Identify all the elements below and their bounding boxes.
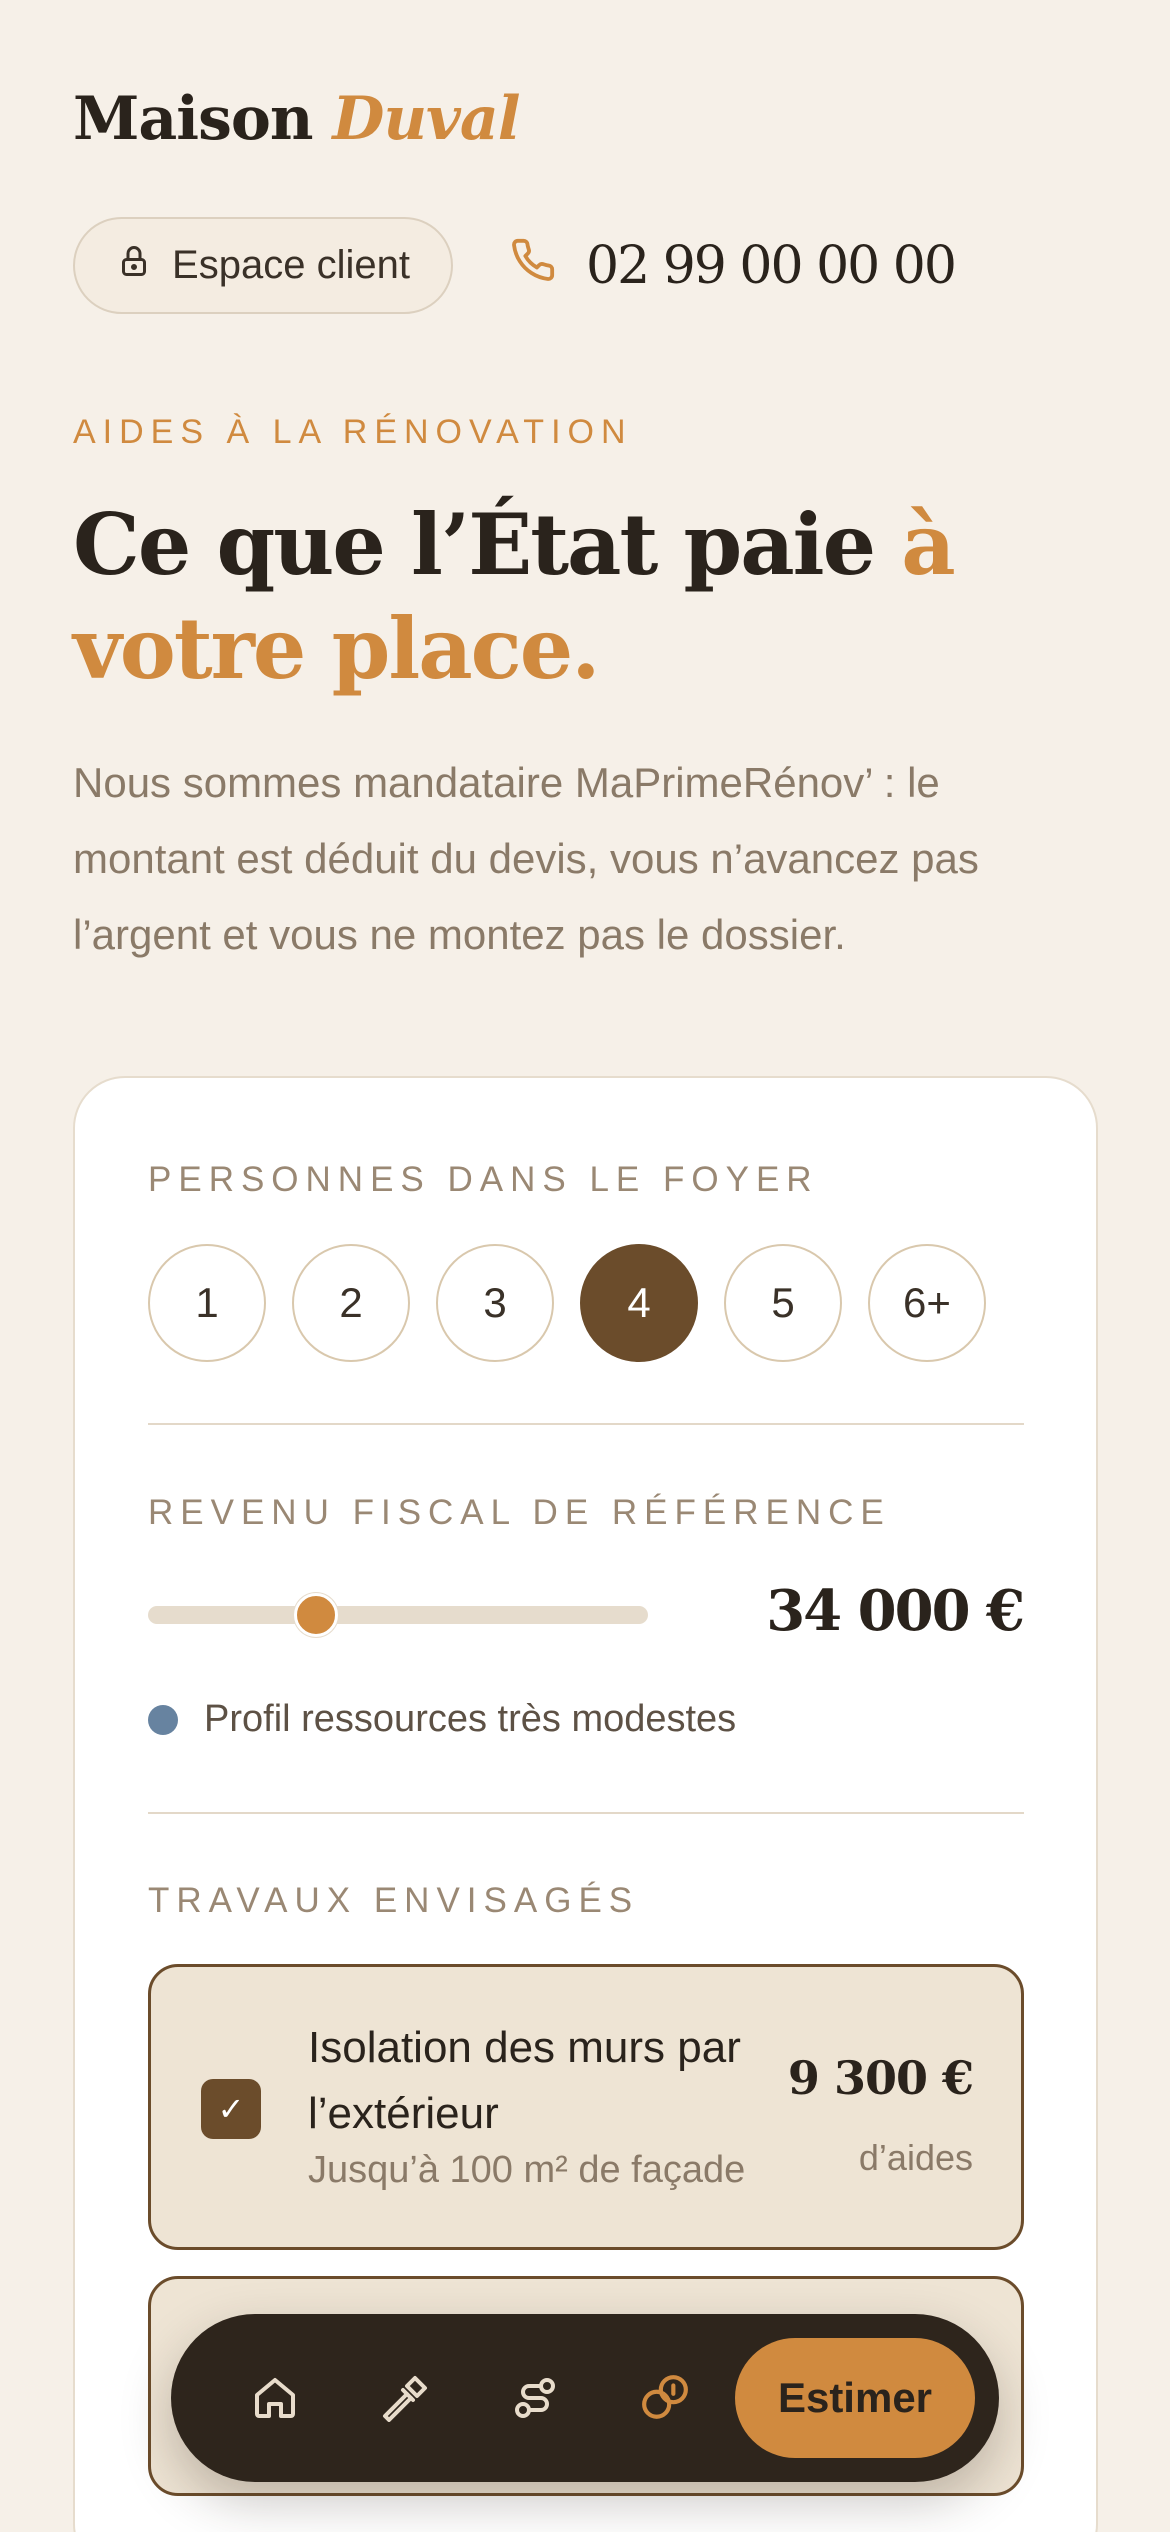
hammer-icon[interactable]	[373, 2366, 437, 2430]
divider	[148, 1423, 1024, 1425]
household-size-selector: 1 2 3 4 5 6+	[148, 1244, 986, 1362]
work-aid-amount: 9 300 €	[787, 2051, 974, 2105]
household-label: PERSONNES DANS LE FOYER	[148, 1160, 819, 1199]
divider	[148, 1812, 1024, 1814]
checkbox-checked[interactable]: ✓	[201, 2079, 261, 2139]
home-icon[interactable]	[243, 2366, 307, 2430]
coins-icon[interactable]	[633, 2366, 697, 2430]
work-option-card[interactable]: ✓ Isolation des murs par l’extérieur Jus…	[148, 1964, 1024, 2250]
brand-accent: Duval	[332, 84, 520, 154]
check-icon: ✓	[217, 2091, 245, 2127]
bottom-navigation: Estimer	[171, 2314, 999, 2482]
work-aid-label: d’aides	[858, 2137, 973, 2178]
brand-name: Maison	[73, 84, 314, 154]
client-space-button[interactable]: Espace client	[73, 217, 453, 314]
profile-status-dot	[148, 1704, 178, 1735]
household-option-5[interactable]: 5	[724, 1244, 842, 1362]
phone-icon	[510, 236, 556, 296]
phone-number: 02 99 00 00 00	[586, 236, 957, 296]
lock-icon	[116, 243, 152, 289]
income-profile: Profil ressources très modestes	[148, 1698, 736, 1741]
income-label: REVENU FISCAL DE RÉFÉRENCE	[148, 1493, 891, 1532]
household-option-3[interactable]: 3	[436, 1244, 554, 1362]
income-slider[interactable]	[148, 1593, 648, 1637]
household-option-2[interactable]: 2	[292, 1244, 410, 1362]
section-eyebrow: AIDES À LA RÉNOVATION	[73, 413, 633, 451]
hero-description: Nous sommes mandataire MaPrimeRénov’ : l…	[73, 759, 979, 958]
page-title-main: Ce que l’État paie	[73, 495, 902, 594]
income-value: 34 000 €	[766, 1578, 1025, 1644]
household-option-1[interactable]: 1	[148, 1244, 266, 1362]
profile-label: Profil ressources très modestes	[204, 1698, 737, 1740]
works-label: TRAVAUX ENVISAGÉS	[148, 1881, 640, 1920]
phone-link[interactable]: 02 99 00 00 00	[510, 228, 957, 304]
estimate-button[interactable]: Estimer	[735, 2338, 975, 2458]
client-space-label: Espace client	[172, 243, 410, 287]
work-subtitle: Jusqu’à 100 m² de façade	[308, 2149, 746, 2191]
page-title: Ce que l’État paie à votre place.	[73, 493, 1133, 701]
brand-logo[interactable]: Maison Duval	[73, 84, 521, 154]
household-option-4[interactable]: 4	[580, 1244, 698, 1362]
route-icon[interactable]	[503, 2366, 567, 2430]
work-title: Isolation des murs par l’extérieur	[308, 2023, 741, 2138]
household-option-6-plus[interactable]: 6+	[868, 1244, 986, 1362]
income-slider-thumb[interactable]	[293, 1593, 338, 1637]
